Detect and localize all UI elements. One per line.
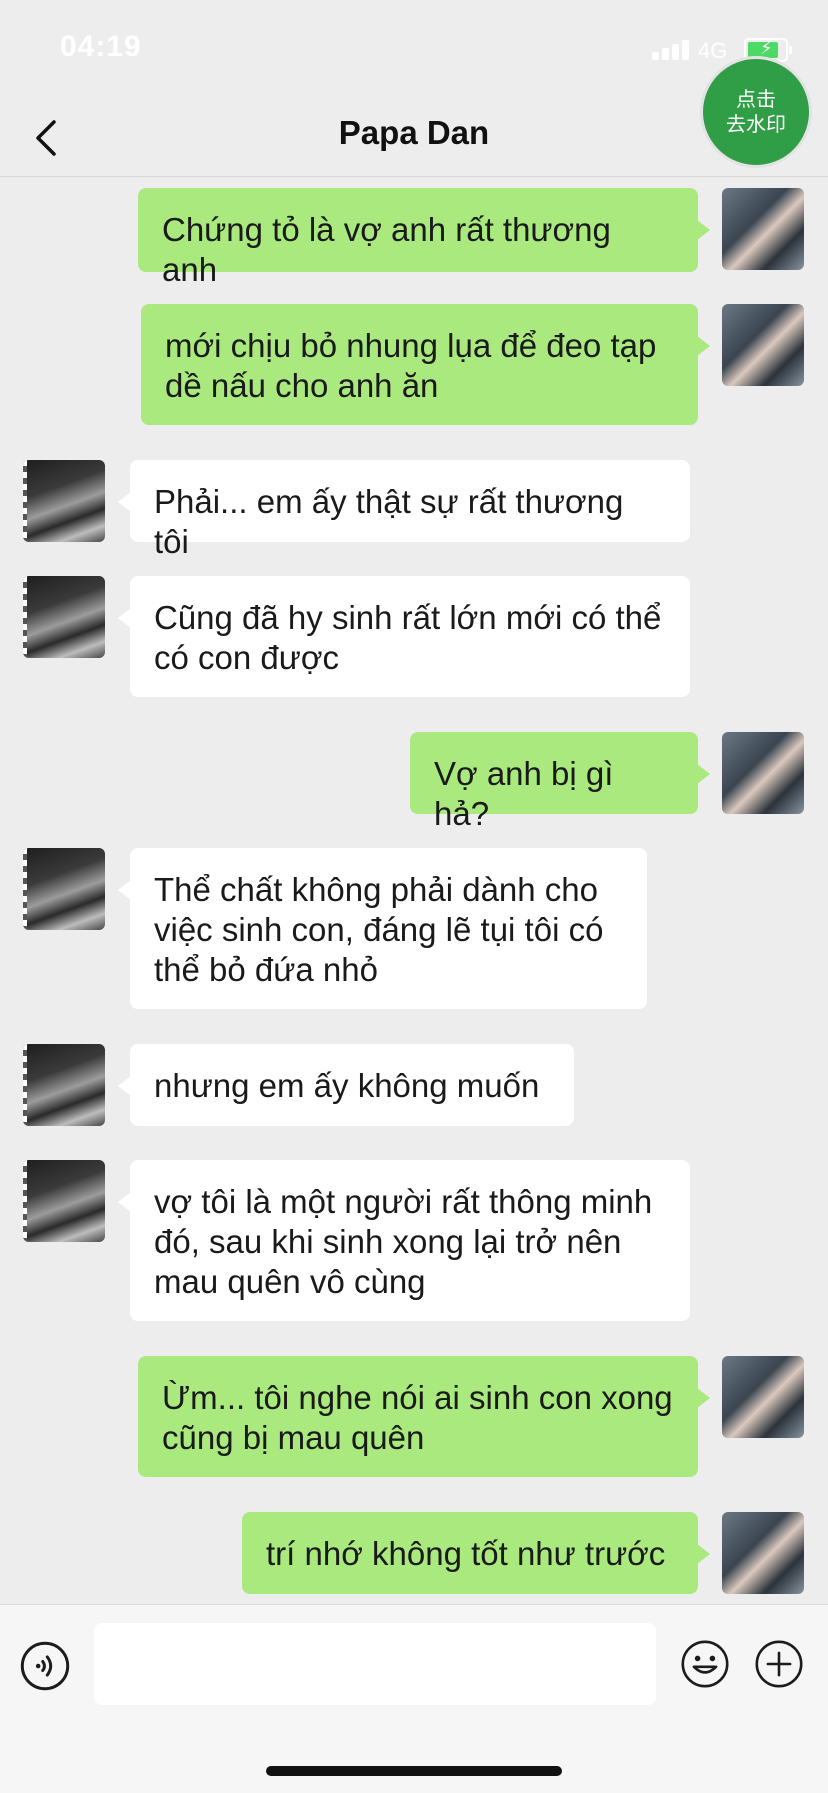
voice-icon[interactable] <box>20 1641 70 1691</box>
remove-watermark-button[interactable]: 点击 去水印 <box>700 56 812 168</box>
message-bubble-received[interactable]: Phải... em ấy thật sự rất thương tôi <box>118 460 690 560</box>
my-avatar[interactable] <box>722 304 804 386</box>
contact-avatar[interactable] <box>23 576 105 658</box>
message-bubble-received[interactable]: Thể chất không phải dành cho việc sinh c… <box>118 848 647 1009</box>
contact-avatar[interactable] <box>23 460 105 542</box>
message-bubble-sent[interactable]: Ừm... tôi nghe nói ai sinh con xong cũng… <box>138 1356 710 1477</box>
my-avatar[interactable] <box>722 1512 804 1594</box>
message-bubble-sent[interactable]: Chứng tỏ là vợ anh rất thương anh <box>138 188 710 288</box>
message-bubble-sent[interactable]: Vợ anh bị gì hả? <box>410 732 710 832</box>
message-bubble-sent[interactable]: trí nhớ không tốt như trước <box>242 1512 710 1594</box>
message-input[interactable] <box>94 1623 656 1705</box>
signal-icon <box>652 38 690 60</box>
message-bubble-sent[interactable]: mới chịu bỏ nhung lụa để đeo tạp dề nấu … <box>141 304 710 425</box>
emoji-icon[interactable] <box>680 1639 730 1689</box>
my-avatar[interactable] <box>722 1356 804 1438</box>
my-avatar[interactable] <box>722 188 804 270</box>
network-label: 4G <box>698 38 728 63</box>
message-bubble-received[interactable]: Cũng đã hy sinh rất lớn mới có thể có co… <box>118 576 690 697</box>
status-time: 04:19 <box>60 30 142 63</box>
contact-avatar[interactable] <box>23 1160 105 1242</box>
status-bar: 04:19 4G ⚡ <box>0 0 828 100</box>
contact-avatar[interactable] <box>23 848 105 930</box>
home-indicator <box>266 1766 562 1776</box>
message-bubble-received[interactable]: nhưng em ấy không muốn <box>118 1044 574 1126</box>
input-bar <box>0 1604 828 1793</box>
message-bubble-received[interactable]: vợ tôi là một người rất thông minh đó, s… <box>118 1160 690 1321</box>
plus-icon[interactable] <box>754 1639 804 1689</box>
my-avatar[interactable] <box>722 732 804 814</box>
contact-avatar[interactable] <box>23 1044 105 1126</box>
